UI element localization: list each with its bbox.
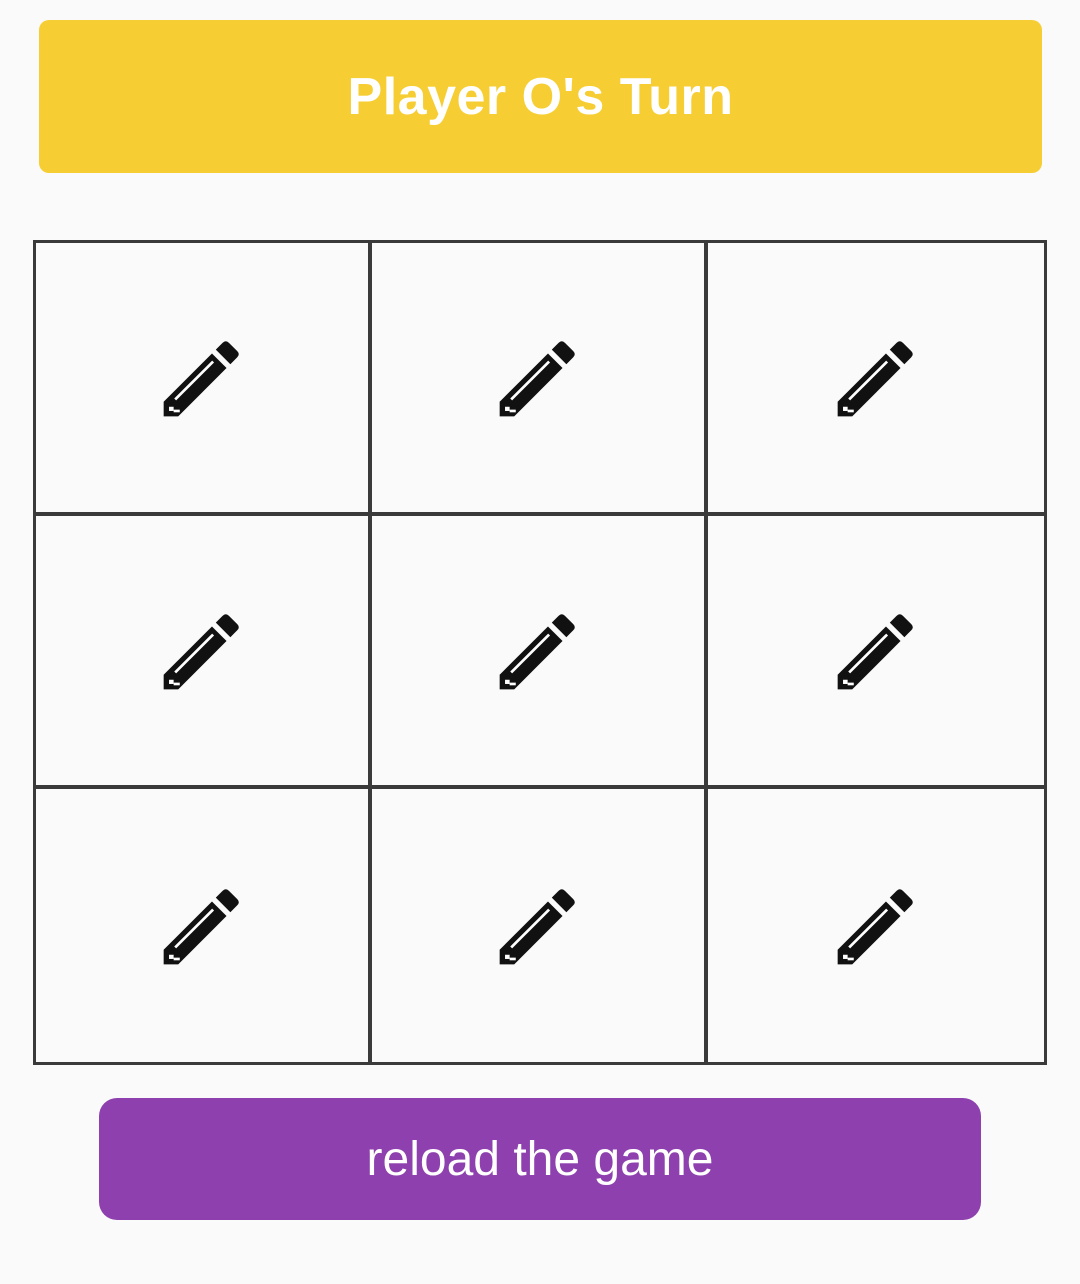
board-cell[interactable] [372, 243, 708, 516]
game-board [33, 240, 1047, 1065]
board-cell[interactable] [372, 516, 708, 789]
pencil-icon [492, 605, 584, 697]
board-cell[interactable] [36, 789, 372, 1062]
pencil-icon [156, 605, 248, 697]
board-cell[interactable] [708, 243, 1044, 516]
pencil-icon [492, 880, 584, 972]
board-cell[interactable] [708, 516, 1044, 789]
pencil-icon [830, 332, 922, 424]
board-cell[interactable] [372, 789, 708, 1062]
pencil-icon [156, 880, 248, 972]
board-cell[interactable] [36, 243, 372, 516]
pencil-icon [492, 332, 584, 424]
turn-indicator-text: Player O's Turn [347, 67, 734, 126]
reload-game-label: reload the game [366, 1132, 714, 1186]
pencil-icon [830, 880, 922, 972]
reload-game-button[interactable]: reload the game [99, 1098, 981, 1220]
board-cell[interactable] [708, 789, 1044, 1062]
pencil-icon [830, 605, 922, 697]
pencil-icon [156, 332, 248, 424]
board-cell[interactable] [36, 516, 372, 789]
turn-indicator-banner: Player O's Turn [39, 20, 1042, 173]
